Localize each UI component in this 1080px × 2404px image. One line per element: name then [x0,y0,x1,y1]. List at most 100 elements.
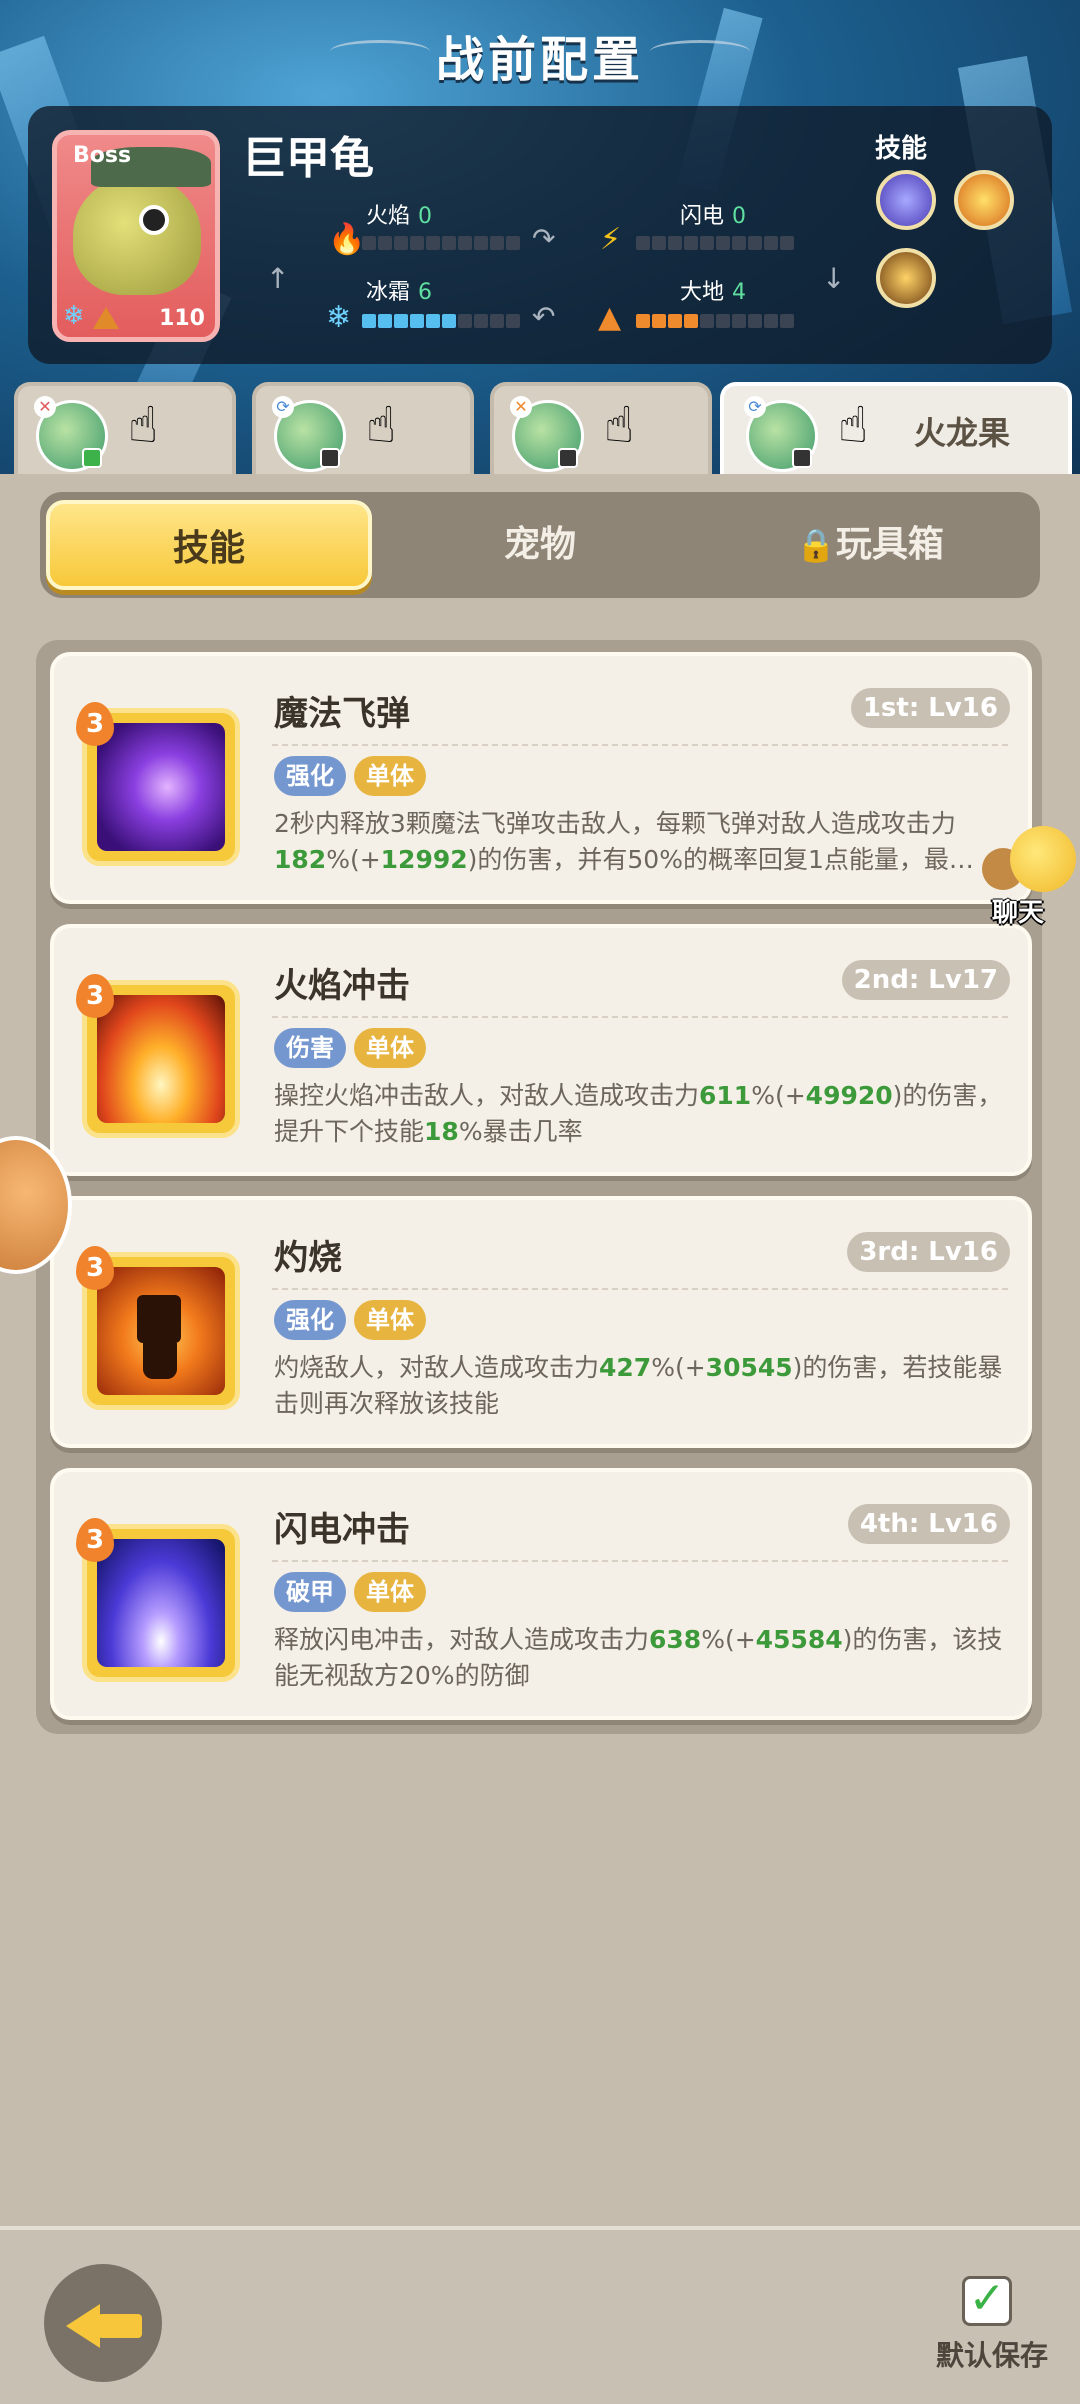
boss-portrait[interactable]: Boss ❄ 110 [52,130,220,342]
stat-ice: 冰霜 6 [366,280,433,305]
team-slot-3[interactable]: ✕ ☝ [490,382,712,477]
stat-bar-segment [442,236,456,250]
team-slot-name: 火龙果 [914,414,1011,452]
boss-skill-hood-icon[interactable] [876,248,936,308]
stat-bar-segment [716,314,730,328]
skill-description: 灼烧敌人，对敌人造成攻击力427%(+30545)的伤害，若技能暴击则再次释放该… [274,1353,1003,1418]
divider [272,1016,1008,1018]
back-button[interactable] [44,2264,162,2382]
footer-bar [0,2226,1080,2404]
boss-skills-label: 技能 [875,134,928,164]
back-arrow-tail [98,2314,142,2338]
tab-toybox-label: 玩具箱 [835,524,944,565]
skill-name: 魔法飞弹 [274,694,410,734]
element-badge-icon: ⟳ [744,396,766,418]
magic-missile-icon [97,723,225,851]
element-badge-icon: ✕ [510,396,532,418]
skill-tag: 单体 [354,1028,426,1068]
stat-bar-segment [394,236,408,250]
skill-card-2[interactable]: 3 火焰冲击 2nd: Lv17 伤害 单体 操控火焰冲击敌人，对敌人造成攻击力… [50,924,1032,1176]
pointing-hand-icon: ☝ [604,396,635,454]
stat-bar-segment [748,236,762,250]
stat-bar-segment [764,236,778,250]
pointing-hand-icon: ☝ [366,396,397,454]
skill-level: 3rd: Lv16 [847,1232,1010,1272]
team-slot-4[interactable]: ⟳ ☝ 火龙果 [720,382,1072,477]
stat-bar-segment [700,314,714,328]
lightning-strike-icon [97,1539,225,1667]
stat-bar-segment [442,314,456,328]
skill-level: 2nd: Lv17 [841,960,1010,1000]
stat-bar-segment [490,314,504,328]
stat-bar-segment [490,236,504,250]
default-save-checkbox[interactable]: ✓ [962,2276,1012,2326]
team-slot-2[interactable]: ⟳ ☝ [252,382,474,477]
stat-bar-segment [780,236,794,250]
boss-turtle-avatar [73,175,201,295]
boss-skill-crown-icon[interactable] [954,170,1014,230]
stat-bar-segment [732,236,746,250]
skill-card-4[interactable]: 3 闪电冲击 4th: Lv16 破甲 单体 释放闪电冲击，对敌人造成攻击力63… [50,1468,1032,1720]
skill-rank-badge: 3 [76,702,114,746]
stat-lightning-bar [636,236,794,250]
skill-description: 2秒内释放3颗魔法飞弹攻击敌人，每颗飞弹对敌人造成攻击力182%(+12992)… [274,809,974,874]
lock-icon: 🔒 [796,526,836,564]
cycle-arrow-icon: ↓ [822,262,846,295]
stat-bar-segment [636,236,650,250]
chat-button[interactable]: 聊天 [980,826,1080,928]
boss-tag: Boss [73,143,132,168]
status-square-icon [792,448,812,468]
stat-bar-segment [474,314,488,328]
stat-bar-segment [458,236,472,250]
boss-level: 110 [159,306,205,331]
pointing-hand-icon: ☝ [128,396,159,454]
skill-name: 闪电冲击 [274,1510,410,1550]
tab-toybox[interactable]: 🔒玩具箱 [710,500,1030,590]
stat-bar-segment [764,314,778,328]
skill-tag: 强化 [274,1300,346,1340]
stat-fire-bar [362,236,520,250]
skill-card-3[interactable]: 3 灼烧 3rd: Lv16 强化 单体 灼烧敌人，对敌人造成攻击力427%(+… [50,1196,1032,1448]
boss-skill-whirl-icon[interactable] [876,170,936,230]
skill-description: 操控火焰冲击敌人，对敌人造成攻击力611%(+49920)的伤害，提升下个技能1… [274,1081,1003,1146]
skill-name: 火焰冲击 [274,966,410,1006]
element-badge-icon: ✕ [34,396,56,418]
cycle-arrow-icon: ↷ [532,222,556,255]
pointing-hand-icon: ☝ [838,396,869,454]
page-title: 战前配置 [435,32,644,88]
status-square-icon [558,448,578,468]
divider [272,1560,1008,1562]
boss-eye [139,205,169,235]
stat-bar-segment [458,314,472,328]
stat-bar-segment [668,314,682,328]
skill-card-1[interactable]: 3 魔法飞弹 1st: Lv16 强化 单体 2秒内释放3颗魔法飞弹攻击敌人，每… [50,652,1032,904]
stat-bar-segment [506,236,520,250]
skill-tag: 单体 [354,1300,426,1340]
stat-bar-segment [394,314,408,328]
skill-name: 灼烧 [274,1238,342,1278]
team-slot-1[interactable]: ✕ ☝ [14,382,236,477]
stat-earth: 大地 4 [680,280,747,305]
stat-bar-segment [378,314,392,328]
stat-bar-segment [684,236,698,250]
skill-tag: 破甲 [274,1572,346,1612]
burn-icon [97,1267,225,1395]
tab-skills[interactable]: 技能 [46,500,372,590]
stat-bar-segment [652,314,666,328]
skill-rank-badge: 3 [76,1518,114,1562]
stat-bar-segment [506,314,520,328]
stat-fire: 火焰 0 [366,204,433,229]
tab-pets[interactable]: 宠物 [380,500,700,590]
stat-bar-segment [652,236,666,250]
team-slots: ✕ ☝ ⟳ ☝ ✕ ☝ ⟳ ☝ 火龙果 [0,382,1080,477]
skill-tag: 伤害 [274,1028,346,1068]
stat-bar-segment [378,236,392,250]
stat-bar-segment [668,236,682,250]
snowflake-icon: ❄ [63,301,85,331]
lightning-icon: ⚡ [600,222,622,257]
stat-bar-segment [426,314,440,328]
divider [272,1288,1008,1290]
stat-ice-bar [362,314,520,328]
skill-tag: 单体 [354,756,426,796]
fire-burst-icon [97,995,225,1123]
